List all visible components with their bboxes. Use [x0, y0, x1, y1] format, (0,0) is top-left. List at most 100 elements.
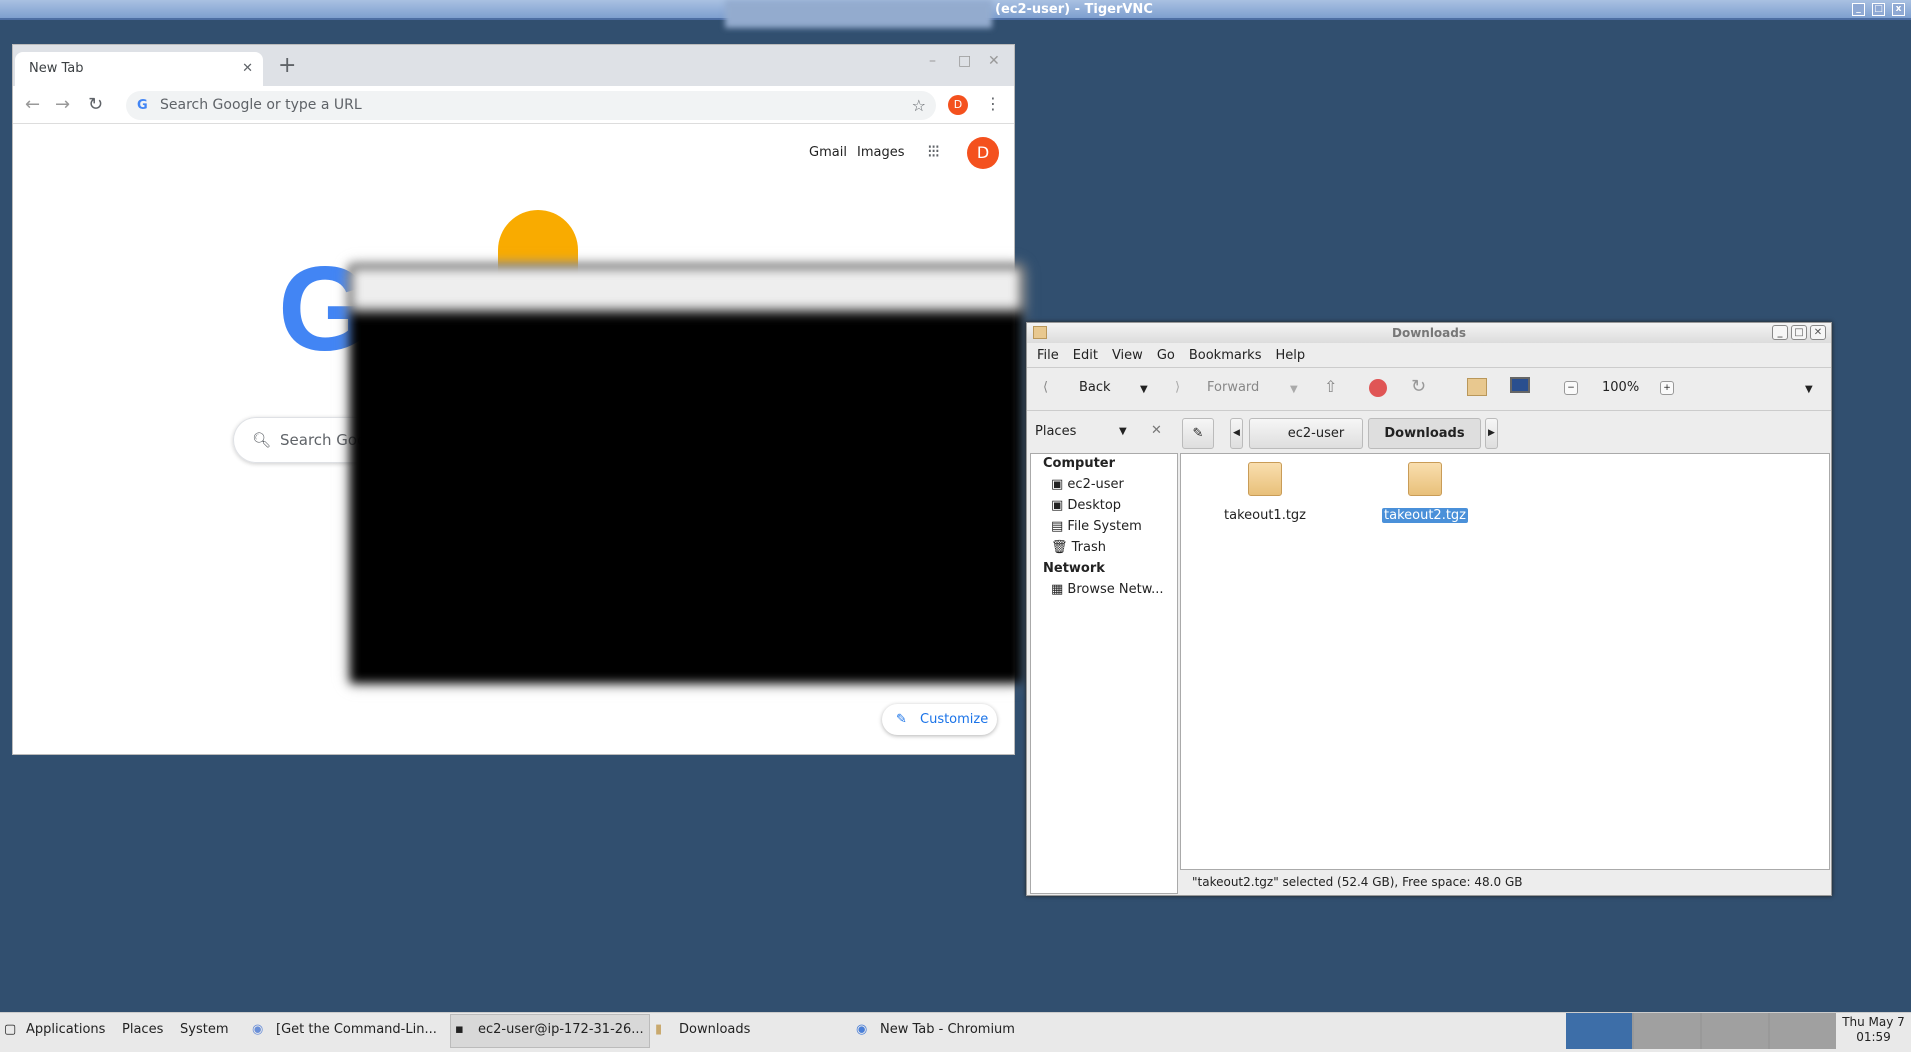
workspace-2[interactable] [1634, 1013, 1700, 1049]
computer-icon[interactable] [1510, 377, 1530, 393]
applications-menu[interactable]: Applications [26, 1022, 105, 1037]
maximize-button[interactable]: □ [1791, 325, 1807, 340]
menu-view[interactable]: View [1112, 348, 1143, 363]
status-bar: "takeout2.tgz" selected (52.4 GB), Free … [1192, 875, 1523, 889]
up-icon[interactable]: ⇧ [1324, 377, 1337, 396]
sidebar-item-label: File System [1067, 519, 1142, 534]
profile-avatar[interactable]: D [948, 95, 968, 115]
sidebar-item-label: Trash [1071, 540, 1106, 555]
stop-icon[interactable] [1369, 379, 1387, 397]
sidebar-item-label: Browse Netw... [1067, 582, 1164, 597]
menu-bookmarks[interactable]: Bookmarks [1189, 348, 1262, 363]
star-icon[interactable]: ☆ [912, 91, 926, 120]
workspace-3[interactable] [1702, 1013, 1768, 1049]
file-name: takeout1.tgz [1224, 508, 1306, 523]
system-menu[interactable]: System [180, 1022, 228, 1037]
tab-strip: New Tab ✕ + – □ ✕ [13, 45, 1014, 86]
back-history-dropdown[interactable]: ▼ [1140, 384, 1148, 395]
menu-edit[interactable]: Edit [1073, 348, 1098, 363]
reload-icon[interactable]: ↻ [1411, 376, 1426, 397]
clock-time: 01:59 [1856, 1030, 1891, 1044]
vnc-title: (ec2-user) - TigerVNC [995, 2, 1153, 17]
location-bar: Places ▼ ✕ ✎ ◀ ec2-user Downloads ▶ [1027, 411, 1831, 453]
sidebar-item-ec2-user[interactable]: ▣ ec2-user [1051, 477, 1124, 492]
redacted-terminal-titlebar [350, 266, 1022, 311]
zoom-in-icon[interactable]: + [1660, 381, 1674, 395]
customize-button[interactable]: ✎ Customize [882, 704, 997, 735]
menu-file[interactable]: File [1037, 348, 1059, 363]
places-menu[interactable]: Places [122, 1022, 163, 1037]
home-icon[interactable] [1467, 378, 1487, 396]
sidebar-item-trash[interactable]: 🗑︎ Trash [1051, 540, 1106, 555]
close-button[interactable]: x [1892, 3, 1905, 16]
task-get-command-line[interactable]: [Get the Command-Lin... [276, 1022, 437, 1037]
redacted-region [725, 0, 992, 28]
redacted-terminal-window[interactable] [350, 266, 1022, 683]
workspace-4[interactable] [1770, 1013, 1836, 1049]
forward-history-dropdown[interactable]: ▼ [1290, 384, 1298, 395]
maximize-button[interactable]: □ [958, 53, 971, 69]
gmail-link[interactable]: Gmail [809, 145, 847, 160]
task-new-tab-chromium[interactable]: New Tab - Chromium [880, 1022, 1015, 1037]
close-button[interactable]: ✕ [1810, 325, 1826, 340]
close-tab-icon[interactable]: ✕ [242, 52, 253, 86]
folder-icon: ▮ [655, 1022, 663, 1037]
apps-icon[interactable]: ⁝⁝⁝ [927, 141, 940, 162]
back-icon[interactable]: ← [25, 94, 40, 115]
reload-icon[interactable]: ↻ [88, 94, 103, 115]
close-sidebar-icon[interactable]: ✕ [1151, 423, 1162, 438]
new-tab-button[interactable]: + [278, 53, 296, 78]
chromium-icon: ◉ [856, 1022, 868, 1037]
folder-icon [1033, 326, 1047, 339]
omnibox[interactable]: G Search Google or type a URL ☆ [126, 91, 936, 120]
file-view[interactable]: takeout1.tgz takeout2.tgz [1180, 453, 1830, 870]
archive-icon [1408, 462, 1442, 496]
clock[interactable]: Thu May 7 01:59 [1836, 1015, 1911, 1045]
menu-go[interactable]: Go [1157, 348, 1175, 363]
maximize-button[interactable]: □ [1872, 3, 1885, 16]
edit-location-button[interactable]: ✎ [1182, 418, 1214, 449]
account-avatar[interactable]: D [967, 137, 999, 169]
zoom-out-icon[interactable]: − [1564, 381, 1578, 395]
breadcrumb-downloads[interactable]: Downloads [1368, 418, 1481, 449]
tab-new-tab[interactable]: New Tab ✕ [15, 52, 263, 86]
back-arrow-icon[interactable]: ⟨ [1043, 380, 1048, 395]
file-item-selected[interactable]: takeout2.tgz [1375, 462, 1475, 523]
workspace-switcher[interactable] [1566, 1013, 1836, 1049]
archive-icon [1248, 462, 1282, 496]
task-downloads[interactable]: Downloads [679, 1022, 750, 1037]
sidebar-item-browse-network[interactable]: ▦ Browse Netw... [1051, 582, 1164, 597]
minimize-button[interactable]: _ [1772, 325, 1788, 340]
places-sidebar: Computer ▣ ec2-user ▣ Desktop ▤ File Sys… [1030, 453, 1178, 894]
sidebar-item-label: Desktop [1067, 498, 1122, 513]
breadcrumb-ec2-user[interactable]: ec2-user [1249, 418, 1363, 449]
places-label[interactable]: Places [1035, 424, 1076, 439]
toolbar: ⟨ Back ▼ ⟩ Forward ▼ ⇧ ↻ − 100% + ▼ [1027, 368, 1831, 411]
breadcrumb-left-arrow[interactable]: ◀ [1230, 418, 1243, 449]
file-manager-window: Downloads _ □ ✕ File Edit View Go Bookmarks H… [1026, 322, 1832, 896]
customize-label: Customize [920, 712, 989, 727]
toolbar-overflow-icon[interactable]: ▼ [1805, 384, 1813, 395]
workspace-1[interactable] [1566, 1013, 1632, 1049]
menu-icon[interactable]: ⋮ [985, 94, 1001, 113]
sidebar-item-file-system[interactable]: ▤ File System [1051, 519, 1142, 534]
zoom-level: 100% [1602, 380, 1640, 395]
toolbar: ← → ↻ G Search Google or type a URL ☆ D ⋮ [13, 86, 1014, 124]
breadcrumb-right-arrow[interactable]: ▶ [1485, 418, 1498, 449]
forward-icon[interactable]: → [55, 94, 70, 115]
back-button[interactable]: Back [1079, 380, 1111, 395]
sidebar-item-desktop[interactable]: ▣ Desktop [1051, 498, 1121, 513]
minimize-button[interactable]: _ [1852, 3, 1865, 16]
omnibox-placeholder: Search Google or type a URL [160, 97, 362, 113]
task-terminal[interactable]: ec2-user@ip-172-31-26... [478, 1022, 644, 1037]
close-button[interactable]: ✕ [988, 53, 1000, 69]
forward-button[interactable]: Forward [1207, 380, 1259, 395]
places-dropdown-icon[interactable]: ▼ [1119, 426, 1127, 437]
file-item[interactable]: takeout1.tgz [1215, 462, 1315, 523]
minimize-button[interactable]: – [929, 53, 936, 69]
menu-help[interactable]: Help [1275, 348, 1305, 363]
tab-title: New Tab [29, 61, 84, 76]
section-computer: Computer [1043, 456, 1116, 471]
images-link[interactable]: Images [857, 145, 905, 160]
chromium-icon: ◉ [252, 1022, 264, 1037]
